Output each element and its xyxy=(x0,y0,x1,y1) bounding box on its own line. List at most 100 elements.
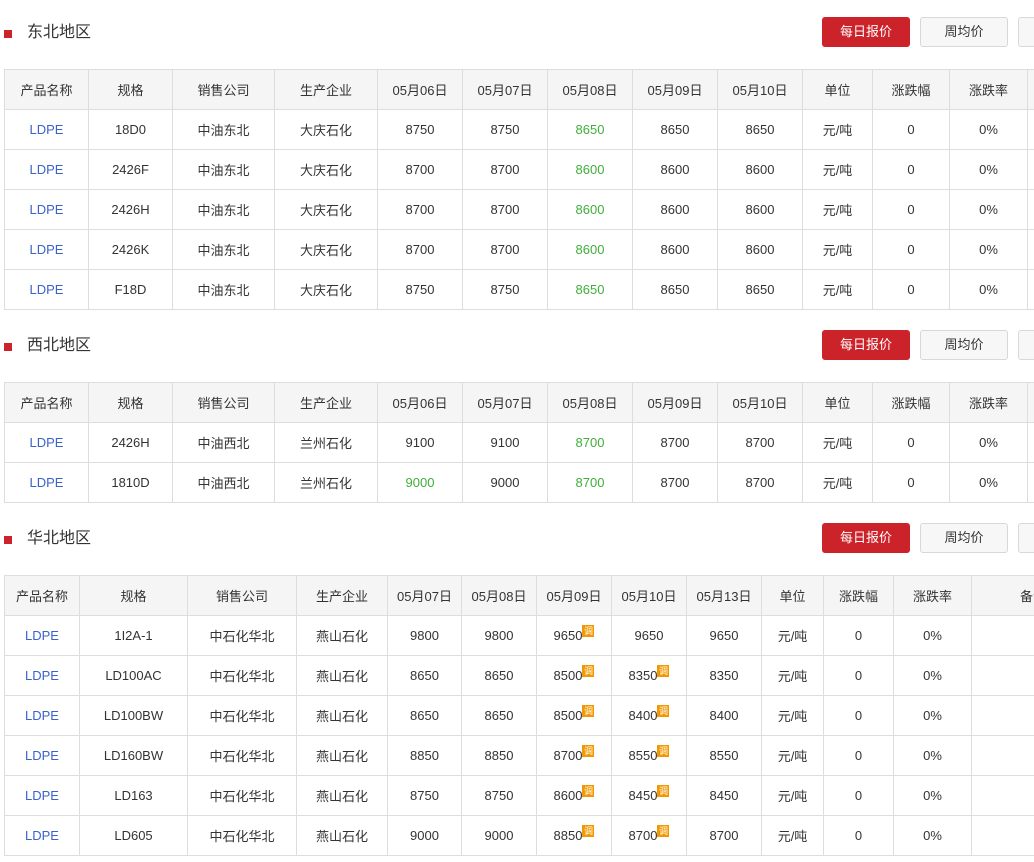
table-cell: LD160BW xyxy=(79,735,188,776)
table-cell xyxy=(1027,462,1034,503)
daily-quote-button[interactable]: 每日报价 xyxy=(822,330,910,360)
header-cell: 涨跌率 xyxy=(893,575,972,616)
product-link[interactable]: LDPE xyxy=(4,775,80,816)
table-row: LDPE 2426K 中油东北 大庆石化 8700 8700 8600 8600… xyxy=(4,229,1034,270)
table-cell: 0% xyxy=(949,462,1028,503)
table-row: LDPE 1810D 中油西北 兰州石化 9000 9000 8700 8700… xyxy=(4,462,1034,503)
table-cell: 9800 xyxy=(387,615,462,656)
table-row: LDPE 2426F 中油东北 大庆石化 8700 8700 8600 8600… xyxy=(4,149,1034,190)
table-row: LDPE F18D 中油东北 大庆石化 8750 8750 8650 8650 … xyxy=(4,269,1034,310)
section-title: 东北地区 xyxy=(27,24,92,41)
adjust-tag: 调 xyxy=(582,745,595,757)
price-value: 8700 xyxy=(628,828,658,843)
table-cell: 8600 xyxy=(632,189,718,230)
table-cell: 元/吨 xyxy=(761,775,824,816)
table-cell: 燕山石化 xyxy=(296,735,388,776)
more-button[interactable] xyxy=(1018,330,1034,360)
table-cell: 0 xyxy=(823,735,894,776)
table-cell: 中油西北 xyxy=(172,422,275,463)
table-cell: 1810D xyxy=(88,462,173,503)
table-cell: 0% xyxy=(893,735,972,776)
price-value: 8700 xyxy=(553,748,583,763)
header-cell: 生产企业 xyxy=(274,69,378,110)
product-link[interactable]: LDPE xyxy=(4,695,80,736)
table-cell: 8650 xyxy=(717,269,803,310)
table-cell: 8650 xyxy=(387,695,462,736)
table-cell: 燕山石化 xyxy=(296,815,388,856)
price-table: 产品名称 规格 销售公司 生产企业 05月07日 05月08日 05月09日 0… xyxy=(4,575,1034,856)
product-link[interactable]: LDPE xyxy=(4,615,80,656)
table-cell: 0% xyxy=(949,269,1028,310)
table-cell: 2426K xyxy=(88,229,173,270)
table-cell: 8700 xyxy=(462,229,548,270)
table-cell: 0% xyxy=(893,615,972,656)
header-cell: 05月07日 xyxy=(462,382,548,423)
product-link[interactable]: LDPE xyxy=(4,422,89,463)
header-cell: 单位 xyxy=(802,382,873,423)
price-value: 8450 xyxy=(628,788,658,803)
table-cell: 0 xyxy=(872,189,950,230)
table-header-row: 产品名称 规格 销售公司 生产企业 05月06日 05月07日 05月08日 0… xyxy=(4,69,1034,110)
price-table-wrap: 产品名称 规格 销售公司 生产企业 05月06日 05月07日 05月08日 0… xyxy=(4,382,1034,503)
header-cell: 05月09日 xyxy=(536,575,612,616)
product-link[interactable]: LDPE xyxy=(4,269,89,310)
adjust-tag: 调 xyxy=(657,665,670,677)
section-title: 华北地区 xyxy=(27,530,92,547)
weekly-average-button[interactable]: 周均价 xyxy=(920,330,1008,360)
table-cell: 9800 xyxy=(461,615,537,656)
table-cell: 8450调 xyxy=(611,775,687,816)
daily-quote-button[interactable]: 每日报价 xyxy=(822,523,910,553)
table-cell: 中石化华北 xyxy=(187,775,297,816)
table-cell: 9000 xyxy=(387,815,462,856)
table-cell: 8600 xyxy=(717,149,803,190)
section-marker xyxy=(4,536,12,544)
product-link[interactable]: LDPE xyxy=(4,462,89,503)
table-cell: 8700 xyxy=(632,422,718,463)
more-button[interactable] xyxy=(1018,17,1034,47)
price-table: 产品名称 规格 销售公司 生产企业 05月06日 05月07日 05月08日 0… xyxy=(4,69,1034,310)
more-button[interactable] xyxy=(1018,523,1034,553)
table-cell: 中油东北 xyxy=(172,109,275,150)
header-cell: 销售公司 xyxy=(172,69,275,110)
table-cell: 8700 xyxy=(377,149,463,190)
product-link[interactable]: LDPE xyxy=(4,229,89,270)
table-cell: 8700 xyxy=(377,229,463,270)
product-link[interactable]: LDPE xyxy=(4,735,80,776)
table-cell: 定 xyxy=(971,695,1034,736)
price-table: 产品名称 规格 销售公司 生产企业 05月06日 05月07日 05月08日 0… xyxy=(4,382,1034,503)
table-cell: 元/吨 xyxy=(761,655,824,696)
header-cell: 涨跌率 xyxy=(949,69,1028,110)
header-cell: 生产企业 xyxy=(274,382,378,423)
product-link[interactable]: LDPE xyxy=(4,189,89,230)
table-cell: 元/吨 xyxy=(802,149,873,190)
table-cell: 8650 xyxy=(461,655,537,696)
table-cell: 中石化华北 xyxy=(187,615,297,656)
table-cell: 定 xyxy=(971,615,1034,656)
section-header: 西北地区 每日报价 周均价 xyxy=(0,330,1034,364)
table-cell: 0 xyxy=(872,422,950,463)
table-cell: 0% xyxy=(949,229,1028,270)
table-cell: 8650 xyxy=(547,109,633,150)
table-cell: 0% xyxy=(893,775,972,816)
table-cell: 8700 xyxy=(547,422,633,463)
header-cell: 涨跌率 xyxy=(949,382,1028,423)
header-cell: 05月08日 xyxy=(547,69,633,110)
weekly-average-button[interactable]: 周均价 xyxy=(920,523,1008,553)
table-cell: 8650 xyxy=(547,269,633,310)
table-cell: 8550 xyxy=(686,735,762,776)
product-link[interactable]: LDPE xyxy=(4,815,80,856)
table-cell: 元/吨 xyxy=(802,422,873,463)
daily-quote-button[interactable]: 每日报价 xyxy=(822,17,910,47)
product-link[interactable]: LDPE xyxy=(4,109,89,150)
price-value: 8500 xyxy=(553,708,583,723)
table-row: LDPE LD160BW 中石化华北 燕山石化 8850 8850 8700调 … xyxy=(4,735,1034,776)
table-cell: 燕山石化 xyxy=(296,615,388,656)
header-cell: 单位 xyxy=(761,575,824,616)
product-link[interactable]: LDPE xyxy=(4,149,89,190)
header-cell xyxy=(1027,382,1034,423)
header-cell: 规格 xyxy=(88,382,173,423)
product-link[interactable]: LDPE xyxy=(4,655,80,696)
table-cell: 元/吨 xyxy=(802,462,873,503)
table-cell: 大庆石化 xyxy=(274,269,378,310)
weekly-average-button[interactable]: 周均价 xyxy=(920,17,1008,47)
